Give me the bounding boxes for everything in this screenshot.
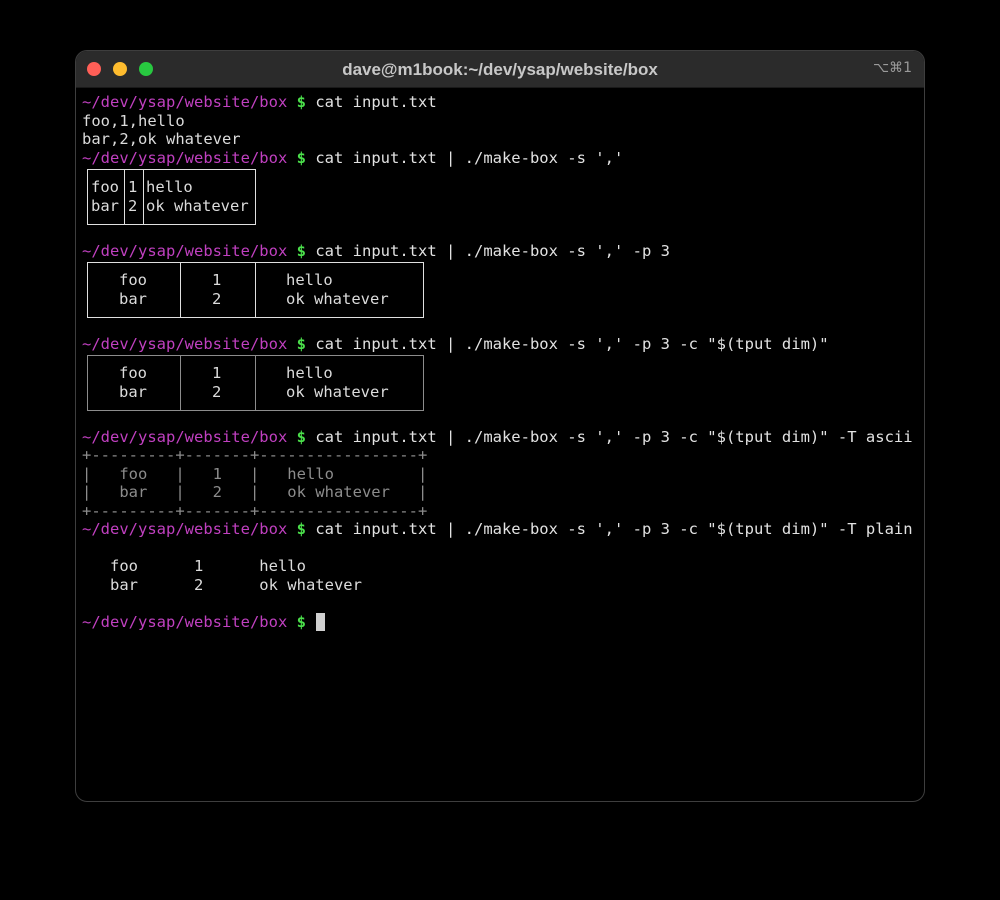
command-text: cat input.txt | ./make-box -s ',' -p 3 -… (315, 427, 913, 446)
column-divider (124, 170, 125, 224)
table-cell: ok whatever (146, 197, 249, 215)
table-cell: 2 (212, 290, 222, 308)
prompt-path: ~/dev/ysap/website/box (82, 334, 288, 353)
column-divider (180, 356, 181, 410)
prompt-line: ~/dev/ysap/website/box $ cat input.txt |… (82, 149, 623, 167)
prompt-symbol: $ (296, 520, 306, 538)
table-cell: bar (119, 383, 147, 401)
table-cell: hello (286, 364, 333, 382)
plain-row-line: foo 1 hello (82, 557, 306, 575)
prompt-symbol: $ (296, 241, 306, 260)
padded-box-table: foo bar 1 2 hello ok whatever (87, 262, 424, 318)
table-cell: bar (119, 290, 147, 308)
table-cell: 1 (128, 178, 138, 196)
table-cell: hello (286, 271, 333, 289)
prompt-symbol: $ (296, 427, 306, 446)
column-divider (143, 170, 144, 224)
command-text: cat input.txt | ./make-box -s ',' (315, 148, 624, 167)
window-shortcut: ⌥⌘1 (872, 60, 912, 76)
output-line: foo,1,hello (82, 111, 185, 130)
prompt-path: ~/dev/ysap/website/box (82, 427, 288, 446)
table-cell: foo (91, 178, 119, 196)
terminal-window: dave@m1book:~/dev/ysap/website/box ⌥⌘1 ~… (75, 50, 925, 802)
table-cell: foo (119, 271, 147, 289)
table-cell: 2 (212, 383, 222, 401)
table-cell: ok whatever (286, 290, 389, 308)
command-text: cat input.txt | ./make-box -s ',' -p 3 (315, 241, 670, 260)
table-cell: 1 (212, 364, 222, 382)
column-divider (255, 263, 256, 317)
text-cursor (316, 613, 326, 631)
command-text: cat input.txt | ./make-box -s ',' -p 3 -… (315, 520, 913, 538)
table-cell: bar (91, 197, 119, 215)
prompt-symbol: $ (296, 93, 306, 111)
prompt-path: ~/dev/ysap/website/box (82, 93, 288, 111)
column-divider (180, 263, 181, 317)
prompt-line: ~/dev/ysap/website/box $ cat input.txt |… (82, 428, 913, 446)
prompt-path: ~/dev/ysap/website/box (82, 241, 288, 260)
prompt-path: ~/dev/ysap/website/box (82, 148, 288, 167)
prompt-line: ~/dev/ysap/website/box $ cat input.txt |… (82, 335, 829, 353)
dim-box-table: foo bar 1 2 hello ok whatever (87, 355, 424, 411)
unicode-box-table: foo bar 1 2 hello ok whatever (87, 169, 256, 225)
plain-row-line: bar 2 ok whatever (82, 575, 362, 594)
table-cell: hello (146, 178, 193, 196)
prompt-symbol: $ (296, 148, 306, 167)
table-cell: foo (119, 364, 147, 382)
prompt-line: ~/dev/ysap/website/box $ cat input.txt (82, 93, 437, 111)
table-cell: 1 (212, 271, 222, 289)
prompt-path: ~/dev/ysap/website/box (82, 613, 288, 631)
ascii-border-line: +---------+-------+-----------------+ (82, 446, 428, 464)
ascii-row-line: | bar | 2 | ok whatever | (82, 483, 428, 501)
prompt-path: ~/dev/ysap/website/box (82, 520, 288, 538)
output-line: bar,2,ok whatever (82, 130, 241, 148)
table-cell: ok whatever (286, 383, 389, 401)
window-title: dave@m1book:~/dev/ysap/website/box (342, 60, 658, 79)
command-text: cat input.txt | ./make-box -s ',' -p 3 -… (315, 334, 829, 353)
command-text: cat input.txt (315, 93, 437, 111)
ascii-border-line: +---------+-------+-----------------+ (82, 501, 428, 520)
prompt-symbol: $ (296, 334, 306, 353)
prompt-line: ~/dev/ysap/website/box $ cat input.txt |… (82, 242, 670, 260)
prompt-symbol: $ (296, 613, 306, 631)
current-prompt-line[interactable]: ~/dev/ysap/website/box $ (82, 613, 326, 631)
table-cell: 2 (128, 197, 138, 215)
title-bar: dave@m1book:~/dev/ysap/website/box ⌥⌘1 (76, 51, 924, 88)
ascii-row-line: | foo | 1 | hello | (82, 464, 428, 483)
column-divider (255, 356, 256, 410)
prompt-line: ~/dev/ysap/website/box $ cat input.txt |… (82, 520, 913, 538)
